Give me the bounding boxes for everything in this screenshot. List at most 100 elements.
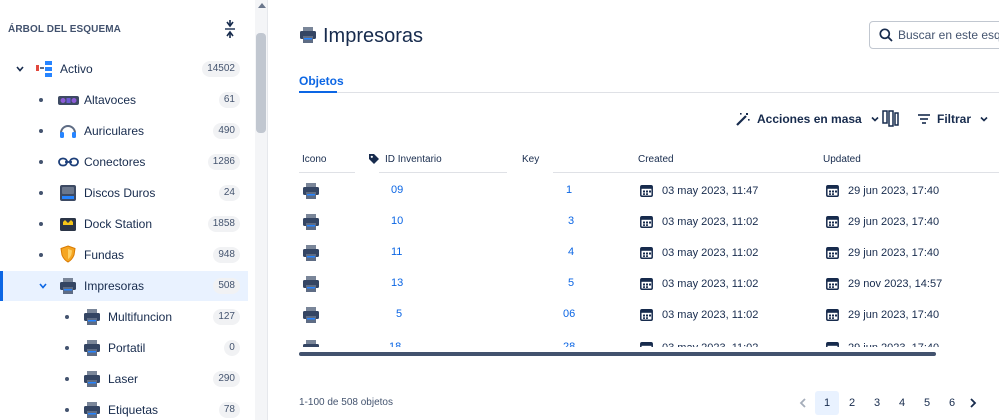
column-header-updated[interactable]: Updated bbox=[823, 154, 861, 165]
search-box[interactable] bbox=[869, 21, 999, 49]
page-button[interactable]: 2 bbox=[840, 391, 864, 415]
hard-drive-icon bbox=[60, 185, 76, 201]
inventory-id-link[interactable]: 11 bbox=[391, 246, 402, 258]
page-button[interactable]: 4 bbox=[890, 391, 914, 415]
tree-item-conectores[interactable]: Conectores 1286 bbox=[0, 147, 248, 177]
tree-item-label: Etiquetas bbox=[108, 403, 159, 417]
tree-item-activo[interactable]: Activo 14502 bbox=[0, 54, 248, 84]
object-key-link[interactable]: 5 bbox=[568, 277, 574, 289]
printer-icon bbox=[303, 245, 319, 261]
chevron-right-icon[interactable] bbox=[968, 397, 978, 409]
page-button[interactable]: 1 bbox=[815, 391, 839, 415]
dock-station-icon bbox=[60, 218, 76, 231]
frozen-column-shadow bbox=[355, 172, 375, 352]
calendar-icon bbox=[640, 216, 653, 228]
inventory-id-link[interactable]: 10 bbox=[391, 215, 403, 227]
table-row[interactable]: 09 1 03 may 2023, 11:47 29 jun 2023, 17:40 bbox=[299, 176, 999, 207]
object-key-link[interactable]: 3 bbox=[568, 215, 574, 227]
count-badge: 127 bbox=[213, 309, 240, 325]
column-header-id[interactable]: ID Inventario bbox=[385, 154, 442, 165]
count-badge: 0 bbox=[224, 340, 240, 356]
updated-date: 29 jun 2023, 17:40 bbox=[826, 246, 939, 259]
tree-scrollbar-thumb[interactable] bbox=[256, 33, 266, 133]
created-date: 03 may 2023, 11:02 bbox=[640, 215, 758, 228]
filter-button[interactable]: Filtrar bbox=[917, 109, 989, 129]
tree-item-multifuncion[interactable]: Multifuncion 127 bbox=[0, 302, 248, 332]
object-key-link[interactable]: 28 bbox=[563, 341, 575, 347]
object-key-link[interactable]: 1 bbox=[566, 184, 572, 196]
page-button[interactable]: 3 bbox=[865, 391, 889, 415]
collapse-all-icon[interactable] bbox=[224, 20, 236, 38]
chevron-down-icon bbox=[871, 116, 879, 122]
tree-item-dock-station[interactable]: Dock Station 1858 bbox=[0, 209, 248, 239]
updated-date: 29 jun 2023, 17:40 bbox=[826, 215, 939, 228]
column-header-icon[interactable]: Icono bbox=[302, 154, 326, 165]
tree-item-portatil[interactable]: Portatil 0 bbox=[0, 333, 248, 363]
chevron-down-icon[interactable] bbox=[15, 64, 25, 74]
column-header-key[interactable]: Key bbox=[522, 154, 539, 165]
calendar-icon bbox=[640, 278, 653, 290]
search-input[interactable] bbox=[898, 22, 999, 48]
created-date: 03 may 2023, 11:02 bbox=[640, 341, 758, 347]
tab-objetos[interactable]: Objetos bbox=[299, 74, 344, 88]
object-key-link[interactable]: 4 bbox=[568, 246, 574, 258]
tree-item-label: Altavoces bbox=[84, 93, 137, 107]
created-date: 03 may 2023, 11:02 bbox=[640, 277, 758, 290]
tree-item-fundas[interactable]: Fundas 948 bbox=[0, 240, 248, 270]
count-badge: 490 bbox=[213, 123, 240, 139]
table-row[interactable]: 11 4 03 may 2023, 11:02 29 jun 2023, 17:40 bbox=[299, 238, 999, 269]
printer-icon bbox=[303, 307, 319, 323]
columns-icon[interactable] bbox=[882, 110, 899, 127]
page-button[interactable]: 6 bbox=[940, 391, 964, 415]
tree-item-etiquetas[interactable]: Etiquetas 78 bbox=[0, 395, 248, 420]
tree-item-discos-duros[interactable]: Discos Duros 24 bbox=[0, 178, 248, 208]
updated-date: 29 jun 2023, 17:40 bbox=[826, 341, 939, 347]
tree-item-impresoras[interactable]: Impresoras 508 bbox=[0, 271, 248, 301]
column-header-created[interactable]: Created bbox=[638, 154, 674, 165]
tree-item-label: Discos Duros bbox=[84, 186, 156, 200]
count-badge: 14502 bbox=[202, 61, 240, 77]
horizontal-scrollbar[interactable] bbox=[299, 352, 936, 356]
bullet bbox=[39, 253, 43, 257]
calendar-icon bbox=[640, 247, 653, 259]
tabs-divider bbox=[299, 92, 999, 93]
headphones-icon bbox=[60, 125, 76, 138]
connector-icon bbox=[58, 157, 79, 167]
bullet bbox=[65, 346, 69, 350]
header-divider bbox=[379, 172, 507, 173]
calendar-icon bbox=[826, 185, 839, 197]
header-divider bbox=[299, 172, 355, 173]
tree-item-auriculares[interactable]: Auriculares 490 bbox=[0, 116, 248, 146]
tree-item-laser[interactable]: Laser 290 bbox=[0, 364, 248, 394]
chevron-down-icon[interactable] bbox=[38, 281, 48, 291]
inventory-id-link[interactable]: 5 bbox=[396, 308, 402, 320]
printer-icon bbox=[84, 340, 100, 356]
table-row[interactable]: 13 5 03 may 2023, 11:02 29 nov 2023, 14:57 bbox=[299, 269, 999, 300]
chevron-left-icon[interactable] bbox=[798, 397, 808, 409]
table-row[interactable]: 10 3 03 may 2023, 11:02 29 jun 2023, 17:40 bbox=[299, 207, 999, 238]
scroll-up-arrow-icon[interactable] bbox=[258, 3, 266, 8]
bullet bbox=[39, 222, 43, 226]
printer-icon bbox=[84, 371, 100, 387]
tree-item-altavoces[interactable]: Altavoces 61 bbox=[0, 85, 248, 115]
printer-icon bbox=[303, 340, 319, 347]
count-badge: 1286 bbox=[207, 154, 240, 170]
bulk-actions-label: Acciones en masa bbox=[757, 112, 862, 126]
schema-tree-panel: ÁRBOL DEL ESQUEMA Activo 14502 Altavoces… bbox=[0, 0, 268, 420]
inventory-id-link[interactable]: 13 bbox=[391, 277, 403, 289]
magic-wand-icon bbox=[736, 113, 750, 126]
page-button[interactable]: 5 bbox=[915, 391, 939, 415]
updated-date-text: 29 jun 2023, 17:40 bbox=[848, 308, 940, 321]
count-badge: 1858 bbox=[207, 216, 240, 232]
object-key-link[interactable]: 06 bbox=[563, 308, 575, 320]
tree-item-label: Auriculares bbox=[84, 124, 145, 138]
inventory-id-link[interactable]: 18 bbox=[389, 341, 401, 347]
tree-item-label: Dock Station bbox=[84, 217, 153, 231]
updated-date-text: 29 jun 2023, 17:40 bbox=[848, 184, 940, 197]
bulk-actions-button[interactable]: Acciones en masa bbox=[735, 109, 880, 129]
table-row[interactable]: 18 28 03 may 2023, 11:02 29 jun 2023, 17:40 bbox=[299, 333, 999, 347]
created-date-text: 03 may 2023, 11:47 bbox=[662, 184, 759, 197]
bullet bbox=[39, 191, 43, 195]
table-row[interactable]: 5 06 03 may 2023, 11:02 29 jun 2023, 17:40 bbox=[299, 300, 999, 331]
inventory-id-link[interactable]: 09 bbox=[391, 184, 403, 196]
